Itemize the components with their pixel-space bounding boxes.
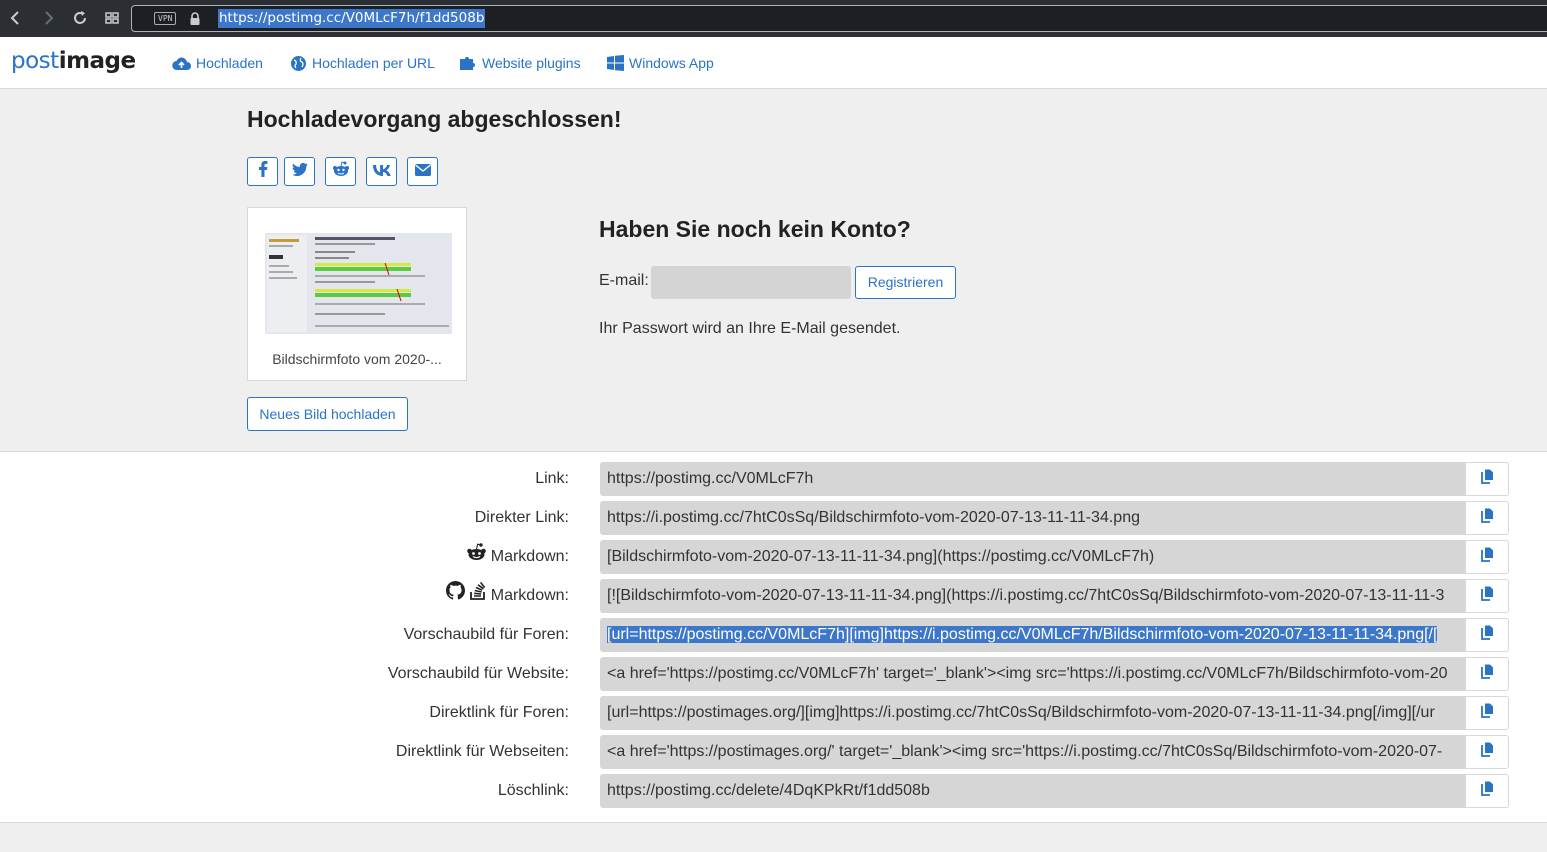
share-facebook-button[interactable] <box>247 157 278 186</box>
markdown-label: Markdown: <box>490 548 569 565</box>
reddit-markdown-label: Markdown: <box>466 540 569 574</box>
new-upload-button[interactable]: Neues Bild hochladen <box>247 397 408 431</box>
github-icon <box>445 579 465 613</box>
password-note: Ihr Passwort wird an Ihre E-Mail gesende… <box>599 320 901 337</box>
vpn-badge[interactable]: VPN <box>154 12 177 25</box>
reddit-icon <box>466 540 487 574</box>
link-field[interactable]: https://postimg.cc/V0MLcF7h <box>600 462 1466 496</box>
menu-windows-app-label: Windows App <box>629 55 714 71</box>
reload-icon[interactable] <box>70 8 90 28</box>
windows-icon <box>607 55 624 71</box>
markdown-label: Markdown: <box>490 587 569 604</box>
register-button[interactable]: Registrieren <box>855 266 956 299</box>
share-vk-button[interactable] <box>366 157 397 186</box>
copy-icon <box>1480 625 1494 645</box>
globe-icon <box>290 55 307 72</box>
email-field[interactable] <box>651 266 851 299</box>
twitter-icon <box>291 162 308 181</box>
page-title: Hochladevorgang abgeschlossen! <box>247 106 622 132</box>
copy-button[interactable] <box>1465 735 1509 769</box>
website-thumbnail-field[interactable]: <a href='https://postimg.cc/V0MLcF7h' ta… <box>600 657 1466 691</box>
forward-icon[interactable] <box>38 8 58 28</box>
website-direct-link-field[interactable]: <a href='https://postimages.org/' target… <box>600 735 1466 769</box>
stackoverflow-icon <box>469 579 487 613</box>
browser-toolbar: VPN https://postimg.cc/V0MLcF7h/f1dd508b <box>0 0 1547 37</box>
delete-link-field[interactable]: https://postimg.cc/delete/4DqKPkRt/f1dd5… <box>600 774 1466 808</box>
share-email-button[interactable] <box>407 157 438 186</box>
back-icon[interactable] <box>6 8 26 28</box>
site-header: postimage Hochladen Hochladen per URL We… <box>0 37 1547 89</box>
website-thumbnail-label: Vorschaubild für Website: <box>387 665 569 682</box>
url-text[interactable]: https://postimg.cc/V0MLcF7h/f1dd508b <box>218 9 486 28</box>
copy-icon <box>1480 586 1494 606</box>
address-bar[interactable]: VPN https://postimg.cc/V0MLcF7h/f1dd508b <box>131 5 1547 32</box>
forum-direct-link-label: Direktlink für Foren: <box>429 704 569 721</box>
copy-icon <box>1480 508 1494 528</box>
link-row: Link: https://postimg.cc/V0MLcF7h <box>0 462 1547 496</box>
lock-icon[interactable] <box>189 12 201 26</box>
copy-button[interactable] <box>1465 774 1509 808</box>
thumbnail-image[interactable] <box>265 233 452 334</box>
forum-thumbnail-field[interactable]: [url=https://postimg.cc/V0MLcF7h][img]ht… <box>600 618 1466 652</box>
forum-direct-link-row: Direktlink für Foren: [url=https://posti… <box>0 696 1547 730</box>
copy-button[interactable] <box>1465 501 1509 535</box>
delete-link-row: Löschlink: https://postimg.cc/delete/4Dq… <box>0 774 1547 808</box>
grid-icon[interactable] <box>102 8 122 28</box>
envelope-icon <box>414 163 431 181</box>
postimage-logo[interactable]: postimage <box>11 48 136 74</box>
website-direct-link-label: Direktlink für Webseiten: <box>395 743 569 760</box>
github-markdown-row: Markdown: [![Bildschirmfoto-vom-2020-07-… <box>0 579 1547 613</box>
copy-icon <box>1480 781 1494 801</box>
menu-windows-app[interactable]: Windows App <box>607 53 714 73</box>
share-twitter-button[interactable] <box>284 157 315 186</box>
menu-upload-url-label: Hochladen per URL <box>312 55 435 71</box>
menu-upload-url[interactable]: Hochladen per URL <box>290 53 435 73</box>
menu-website-plugins[interactable]: Website plugins <box>459 53 581 73</box>
link-label: Link: <box>535 470 569 487</box>
direct-link-field[interactable]: https://i.postimg.cc/7htC0sSq/Bildschirm… <box>600 501 1466 535</box>
direct-link-row: Direkter Link: https://i.postimg.cc/7htC… <box>0 501 1547 535</box>
reddit-icon <box>332 161 350 182</box>
logo-part-1: post <box>11 48 59 74</box>
copy-button[interactable] <box>1465 579 1509 613</box>
vk-icon <box>372 163 391 181</box>
cloud-upload-icon <box>172 56 191 71</box>
copy-icon <box>1480 469 1494 489</box>
copy-button[interactable] <box>1465 618 1509 652</box>
links-panel: Link: https://postimg.cc/V0MLcF7h Direkt… <box>0 451 1547 823</box>
account-title: Haben Sie noch kein Konto? <box>599 216 911 242</box>
selected-text[interactable]: [url=https://postimg.cc/V0MLcF7h][img]ht… <box>607 626 1438 643</box>
reddit-markdown-field[interactable]: [Bildschirmfoto-vom-2020-07-13-11-11-34.… <box>600 540 1466 574</box>
copy-icon <box>1480 742 1494 762</box>
menu-upload-label: Hochladen <box>196 55 263 71</box>
share-reddit-button[interactable] <box>325 157 356 186</box>
github-markdown-field[interactable]: [![Bildschirmfoto-vom-2020-07-13-11-11-3… <box>600 579 1466 613</box>
delete-link-label: Löschlink: <box>497 782 569 799</box>
email-label: E-mail: <box>599 272 649 289</box>
copy-button[interactable] <box>1465 657 1509 691</box>
facebook-icon <box>258 161 268 182</box>
copy-button[interactable] <box>1465 462 1509 496</box>
copy-icon <box>1480 547 1494 567</box>
logo-part-2: image <box>58 48 136 74</box>
forum-thumbnail-label: Vorschaubild für Foren: <box>403 626 569 643</box>
website-thumbnail-row: Vorschaubild für Website: <a href='https… <box>0 657 1547 691</box>
copy-icon <box>1480 703 1494 723</box>
thumbnail-caption: Bildschirmfoto vom 2020-... <box>272 351 442 367</box>
reddit-markdown-row: Markdown: [Bildschirmfoto-vom-2020-07-13… <box>0 540 1547 574</box>
puzzle-icon <box>459 55 477 71</box>
github-markdown-label: Markdown: <box>445 579 569 613</box>
website-direct-link-row: Direktlink für Webseiten: <a href='https… <box>0 735 1547 769</box>
copy-button[interactable] <box>1465 696 1509 730</box>
thumbnail-card[interactable]: Bildschirmfoto vom 2020-... <box>247 207 467 381</box>
forum-thumbnail-row: Vorschaubild für Foren: [url=https://pos… <box>0 618 1547 652</box>
direct-link-label: Direkter Link: <box>474 509 569 526</box>
copy-icon <box>1480 664 1494 684</box>
forum-direct-link-field[interactable]: [url=https://postimages.org/][img]https:… <box>600 696 1466 730</box>
menu-upload[interactable]: Hochladen <box>172 53 263 73</box>
copy-button[interactable] <box>1465 540 1509 574</box>
menu-website-plugins-label: Website plugins <box>482 55 581 71</box>
